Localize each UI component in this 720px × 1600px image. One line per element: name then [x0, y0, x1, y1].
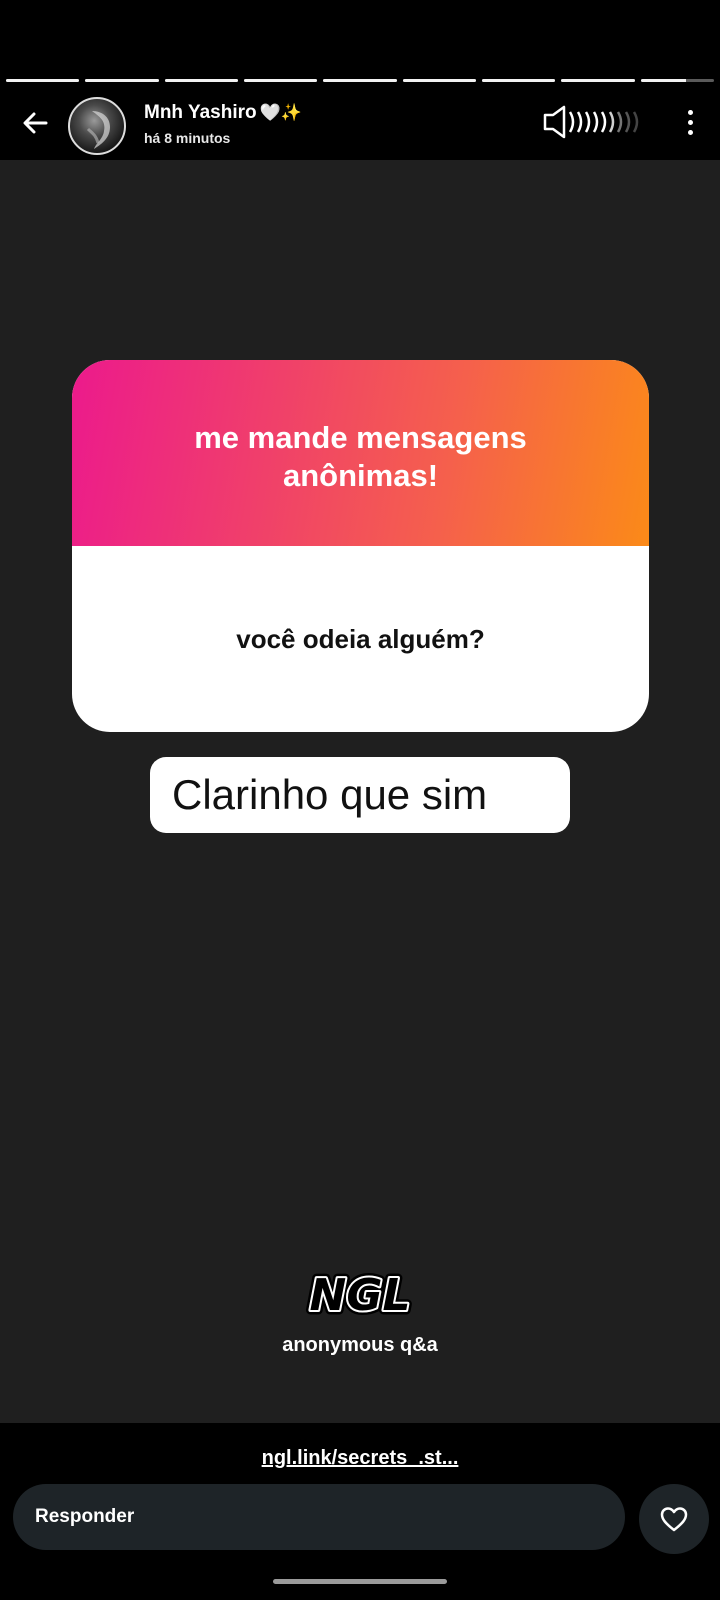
more-vertical-icon-dot — [687, 109, 693, 115]
ngl-logo: NGL NGL NGL — [305, 1266, 415, 1326]
story-progress-segment — [323, 79, 397, 82]
ngl-question-card: me mande mensagens anônimas! você odeia … — [72, 360, 649, 732]
reply-placeholder: Responder — [35, 1506, 135, 1527]
card-body: você odeia alguém? — [72, 546, 649, 732]
story-progress-segment — [561, 79, 635, 82]
home-indicator[interactable] — [273, 1579, 447, 1584]
status-bar-area — [0, 0, 720, 80]
back-arrow-icon — [23, 112, 48, 134]
back-button[interactable] — [14, 102, 56, 144]
heart-icon — [660, 1507, 688, 1532]
story-progress-segment — [402, 79, 476, 82]
story-progress-fill — [640, 79, 687, 82]
avatar-image — [86, 111, 110, 149]
card-header: me mande mensagens anônimas! — [72, 360, 649, 546]
story-progress-segment — [481, 79, 556, 82]
story-progress-segment — [6, 79, 80, 82]
story-progress-fill — [85, 79, 159, 82]
svg-text:NGL: NGL — [310, 1270, 411, 1321]
volume-icon — [543, 105, 639, 139]
story-header: Mnh Yashiro 🤍✨ há 8 minutos — [0, 84, 720, 160]
answer-text: Clarinho que sim — [172, 771, 488, 818]
story-progress-segment — [85, 79, 159, 82]
answer-text-box: Clarinho que sim — [150, 757, 570, 833]
more-vertical-icon-dot — [687, 119, 693, 125]
username-text: Mnh Yashiro — [144, 102, 257, 123]
story-progress-fill — [323, 79, 397, 82]
story-progress-fill — [481, 79, 556, 82]
username-emoji: 🤍✨ — [259, 103, 302, 123]
reply-input[interactable]: Responder — [13, 1484, 625, 1550]
more-vertical-icon-dot — [687, 129, 693, 135]
ngl-link[interactable]: ngl.link/secrets_.st... — [262, 1447, 459, 1469]
link-sticker-bar: ngl.link/secrets_.st... — [0, 1438, 720, 1478]
card-question: você odeia alguém? — [236, 623, 485, 654]
story-progress-fill — [243, 79, 318, 82]
story-progress-segment — [640, 79, 714, 82]
card-title: me mande mensagens anônimas! — [194, 420, 527, 493]
more-options-button[interactable] — [670, 102, 710, 142]
story-progress-segment — [164, 79, 238, 82]
story-timestamp: há 8 minutos — [144, 130, 231, 146]
volume-button[interactable] — [543, 102, 653, 142]
story-progress-fill — [164, 79, 238, 82]
story-progress-fill — [561, 79, 635, 82]
story-progress-fill — [402, 79, 476, 82]
ngl-subtitle: anonymous q&a — [282, 1334, 438, 1356]
like-button[interactable] — [639, 1484, 709, 1554]
story-progress-fill — [6, 79, 80, 82]
story-progress-segment — [243, 79, 318, 82]
avatar[interactable] — [68, 97, 126, 155]
story-canvas[interactable]: me mande mensagens anônimas! você odeia … — [0, 160, 720, 1423]
username[interactable]: Mnh Yashiro 🤍✨ — [144, 102, 302, 124]
story-progress-bar — [6, 79, 714, 83]
